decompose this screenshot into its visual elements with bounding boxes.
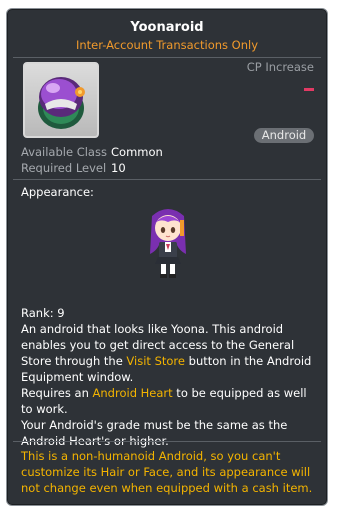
available-class-row: Available Class Common bbox=[21, 145, 163, 159]
appearance-label: Appearance: bbox=[21, 185, 94, 199]
android-character-sprite bbox=[150, 209, 186, 278]
trade-restriction: Inter-Account Transactions Only bbox=[75, 38, 259, 52]
desc-text: Requires an bbox=[21, 386, 93, 400]
visit-store-keyword: Visit Store bbox=[126, 354, 185, 368]
description-paragraph-2: Requires an Android Heart to be equipped… bbox=[21, 385, 321, 417]
item-name: Yoonaroid bbox=[130, 20, 204, 35]
description-paragraph-3: Your Android's grade must be the same as… bbox=[21, 418, 288, 448]
non-humanoid-note: This is a non-humanoid Android, so you c… bbox=[21, 449, 313, 495]
category-badge: Android bbox=[254, 128, 314, 143]
android-heart-keyword: Android Heart bbox=[92, 386, 173, 400]
rank-text: Rank: 9 bbox=[21, 306, 65, 320]
divider bbox=[13, 179, 321, 180]
divider bbox=[13, 57, 321, 58]
description-paragraph-1: An android that looks like Yoona. This a… bbox=[21, 321, 321, 385]
available-class-label: Available Class bbox=[21, 145, 107, 159]
available-class-value: Common bbox=[111, 145, 163, 159]
required-level-value: 10 bbox=[111, 161, 126, 175]
cp-increase-value bbox=[304, 88, 314, 91]
required-level-row: Required Level 10 bbox=[21, 161, 126, 175]
item-tooltip: Yoonaroid Inter-Account Transactions Onl… bbox=[6, 8, 328, 506]
required-level-label: Required Level bbox=[21, 161, 107, 175]
android-item-icon bbox=[23, 62, 99, 138]
android-item-icon-graphic bbox=[38, 77, 85, 129]
item-description: Rank: 9 An android that looks like Yoona… bbox=[21, 305, 321, 449]
divider bbox=[13, 441, 321, 442]
cp-increase-label: CP Increase bbox=[246, 60, 314, 74]
